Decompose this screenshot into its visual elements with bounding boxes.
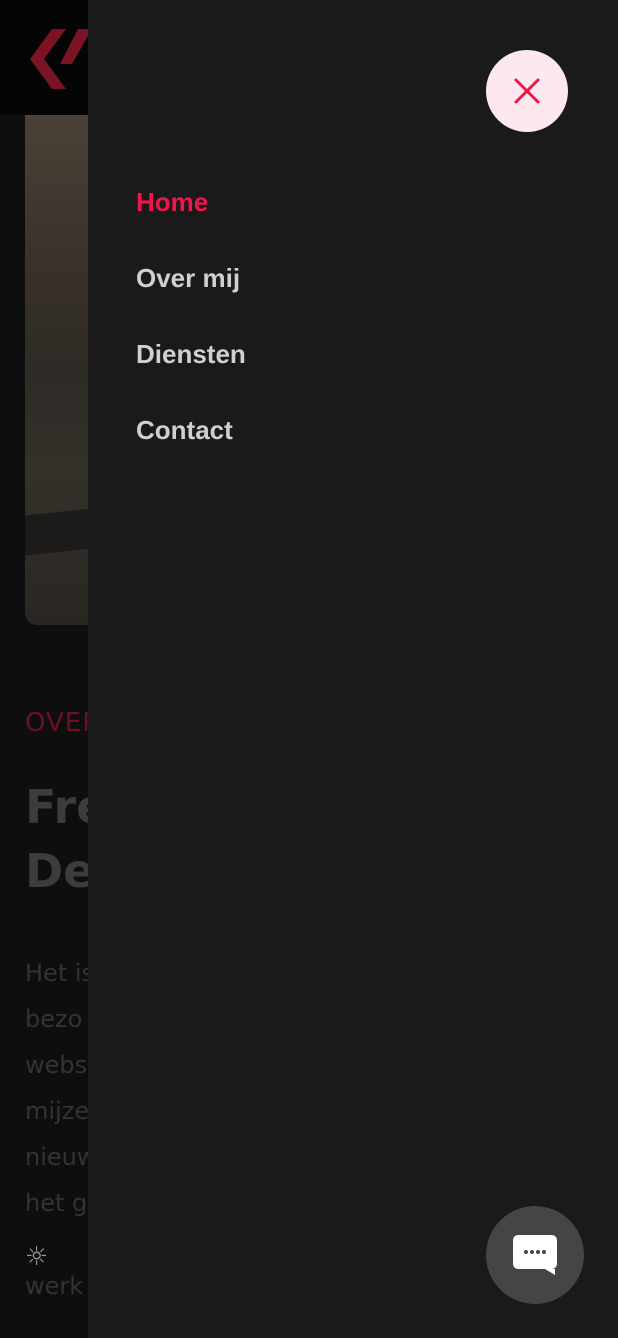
close-icon (514, 78, 540, 104)
section-body: Het is bezo webs mijze nieuw het g (25, 959, 97, 1217)
nav-item-over-mij[interactable]: Over mij (136, 256, 246, 332)
close-menu-button[interactable] (486, 50, 568, 132)
nav-item-home[interactable]: Home (136, 180, 246, 256)
nav-item-contact[interactable]: Contact (136, 408, 246, 484)
main-nav: Home Over mij Diensten Contact (136, 180, 246, 484)
theme-toggle-icon[interactable]: ☼ (25, 1242, 48, 1272)
nav-item-diensten[interactable]: Diensten (136, 332, 246, 408)
section-body-tail: werk (25, 1272, 84, 1300)
chat-bubble-icon (513, 1235, 557, 1275)
chat-button[interactable] (486, 1206, 584, 1304)
menu-drawer: Home Over mij Diensten Contact (88, 0, 618, 1338)
